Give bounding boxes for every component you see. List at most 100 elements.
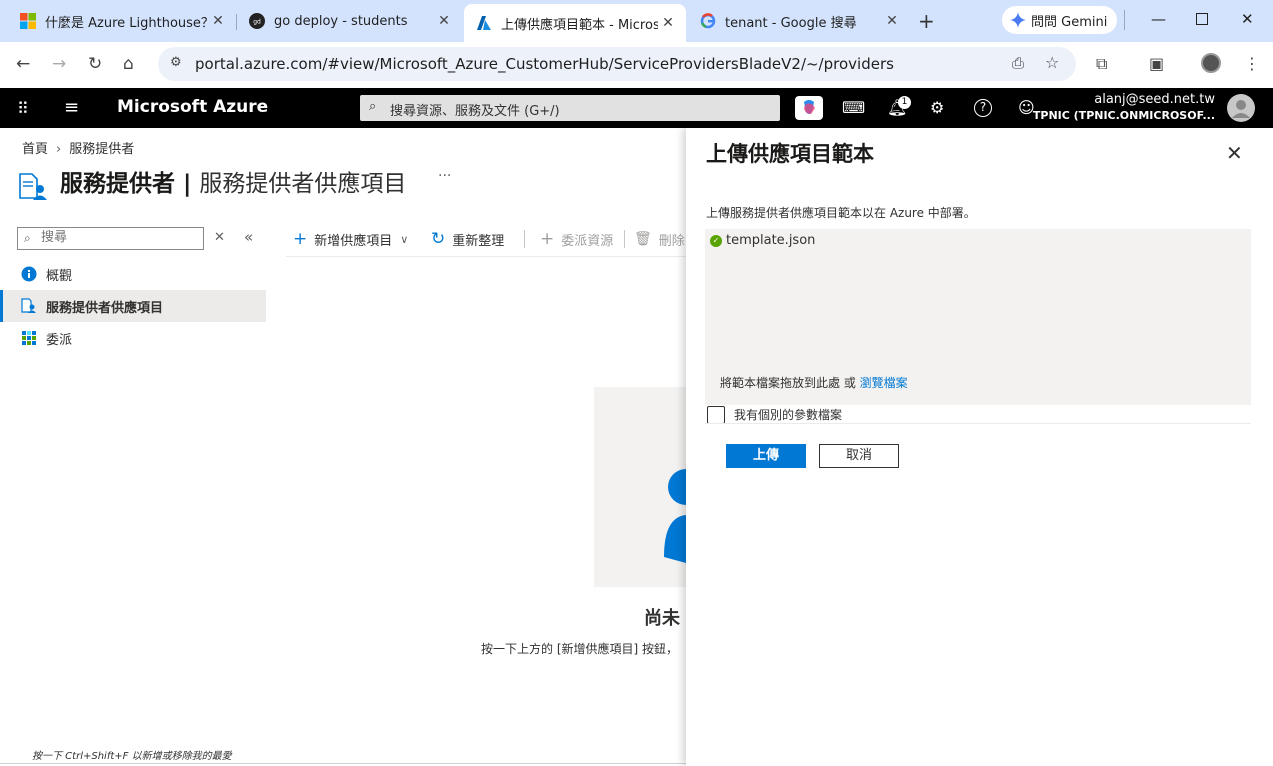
tab-title: go deploy - students: [274, 13, 408, 29]
install-app-icon[interactable]: ⎙: [1012, 54, 1024, 72]
reload-icon[interactable]: ↻: [88, 54, 102, 74]
search-icon: ⌕: [369, 99, 377, 114]
breadcrumb-service-providers[interactable]: 服務提供者: [69, 142, 134, 157]
portal-menu-icon[interactable]: ≡: [64, 97, 79, 118]
add-icon: +: [293, 229, 308, 249]
home-icon[interactable]: ⌂: [123, 54, 134, 74]
page-title-separator: |: [175, 171, 200, 197]
menu-item-delegations[interactable]: 委派: [0, 322, 266, 354]
global-search-input[interactable]: ⌕ 搜尋資源、服務及文件 (G+/): [360, 95, 780, 121]
gemini-button[interactable]: 問問 Gemini: [1002, 6, 1118, 34]
tab-title: 什麼是 Azure Lighthouse？: [45, 15, 208, 31]
gemini-icon: [1010, 12, 1026, 28]
status-divider: [0, 763, 686, 764]
minimize-icon[interactable]: —: [1151, 10, 1166, 28]
account-email[interactable]: alanj@seed.net.tw: [1094, 92, 1215, 107]
window-close-icon[interactable]: ✕: [1241, 10, 1254, 28]
browser-tab-google[interactable]: tenant - Google 搜尋 ✕: [688, 6, 910, 36]
favorites-hint: 按一下 Ctrl+Shift+F 以新增或移除我的最愛: [32, 751, 232, 762]
upload-template-blade: 上傳供應項目範本 ✕ 上傳服務提供者供應項目範本以在 Azure 中部署。 ✓ …: [686, 128, 1273, 766]
azure-brand[interactable]: Microsoft Azure: [117, 97, 268, 117]
maximize-icon[interactable]: [1196, 13, 1208, 25]
avatar[interactable]: [1227, 94, 1255, 122]
close-icon[interactable]: ✕: [658, 15, 678, 31]
browser-tab-azure[interactable]: 上傳供應項目範本 - Microso ✕: [464, 4, 686, 42]
svg-text:gd: gd: [253, 19, 261, 26]
close-icon[interactable]: ✕: [1226, 141, 1243, 165]
close-icon[interactable]: ✕: [882, 13, 902, 29]
address-bar[interactable]: ⚙ portal.azure.com/#view/Microsoft_Azure…: [158, 47, 1076, 81]
close-icon[interactable]: ✕: [208, 13, 228, 29]
menu-search-input[interactable]: [41, 230, 191, 245]
info-icon: [21, 266, 37, 282]
separate-parameter-file-checkbox[interactable]: [707, 406, 725, 424]
browser-tab-strip: 什麼是 Azure Lighthouse？ ✕ gd go deploy - s…: [0, 0, 1273, 42]
url-text: portal.azure.com/#view/Microsoft_Azure_C…: [195, 55, 894, 73]
browse-files-link[interactable]: 瀏覽檔案: [860, 376, 908, 390]
empty-state-illustration: [594, 387, 686, 587]
profile-icon[interactable]: [1201, 53, 1221, 73]
page-title-sub: 服務提供者供應項目: [199, 171, 407, 197]
empty-state-description: 按一下上方的 [新增供應項目] 按鈕，: [481, 642, 678, 656]
page-title: 服務提供者 | 服務提供者供應項目: [60, 164, 406, 198]
delegation-icon: [22, 331, 36, 345]
browser-toolbar: ← → ↻ ⌂ ⚙ portal.azure.com/#view/Microso…: [0, 42, 1273, 88]
command-bar-divider: [286, 256, 686, 257]
app-launcher-icon[interactable]: ⠿: [17, 99, 29, 118]
menu-item-label: 概觀: [46, 268, 73, 284]
add-offer-label: 新增供應項目: [314, 233, 393, 249]
gemini-label: 問問 Gemini: [1031, 14, 1108, 30]
trash-icon: 🗑︎: [634, 231, 652, 247]
browser-tab-lighthouse[interactable]: 什麼是 Azure Lighthouse？ ✕: [8, 6, 236, 36]
add-offer-button[interactable]: + 新增供應項目 ∨: [293, 228, 408, 250]
new-tab-icon[interactable]: +: [918, 9, 935, 33]
success-check-icon: ✓: [710, 235, 722, 247]
tab-search-icon[interactable]: ▣: [1149, 54, 1164, 73]
browser-menu-icon[interactable]: ⋮: [1244, 54, 1260, 73]
menu-item-service-provider-offers[interactable]: 服務提供者供應項目: [0, 290, 266, 322]
clear-icon[interactable]: ✕: [214, 230, 225, 245]
cancel-button[interactable]: 取消: [819, 444, 899, 468]
close-icon[interactable]: ✕: [434, 13, 454, 29]
divider: [705, 423, 1251, 424]
service-provider-icon: [21, 298, 36, 313]
go-deploy-icon: gd: [249, 13, 265, 29]
more-options-icon[interactable]: ···: [438, 168, 451, 184]
add-icon: +: [540, 229, 555, 249]
refresh-button[interactable]: ↻ 重新整理: [431, 228, 504, 250]
cloud-shell-icon[interactable]: ⌨: [842, 98, 865, 117]
help-icon[interactable]: ?: [974, 99, 992, 117]
service-provider-page-icon: [19, 173, 47, 200]
menu-item-overview[interactable]: 概觀: [0, 258, 266, 290]
delete-button[interactable]: 🗑︎ 刪除: [634, 228, 685, 250]
azure-icon: [477, 16, 491, 30]
site-info-icon[interactable]: ⚙: [170, 55, 182, 70]
tab-title: 上傳供應項目範本 - Microso: [501, 17, 658, 33]
extensions-icon[interactable]: ⧉: [1096, 54, 1107, 74]
delegate-resources-button[interactable]: + 委派資源: [540, 228, 613, 250]
breadcrumb-home[interactable]: 首頁: [22, 142, 48, 157]
search-icon: ⌕: [24, 231, 31, 245]
copilot-icon[interactable]: [795, 96, 823, 120]
upload-button[interactable]: 上傳: [726, 444, 806, 468]
breadcrumb: 首頁 › 服務提供者: [22, 138, 134, 157]
collapse-menu-icon[interactable]: «: [244, 228, 253, 246]
refresh-icon: ↻: [431, 229, 446, 249]
microsoft-icon: [20, 13, 36, 29]
back-icon[interactable]: ←: [16, 54, 30, 74]
account-tenant[interactable]: TPNIC (TPNIC.ONMICROSOF...: [1033, 109, 1215, 122]
azure-top-bar: ⠿ ≡ Microsoft Azure ⌕ 搜尋資源、服務及文件 (G+/) ⌨…: [0, 88, 1273, 128]
chevron-right-icon: ›: [56, 142, 62, 157]
menu-search-box[interactable]: ⌕: [17, 227, 204, 250]
settings-gear-icon[interactable]: ⚙: [930, 98, 944, 117]
delegate-resources-label: 委派資源: [561, 233, 614, 249]
page-title-main: 服務提供者: [60, 171, 175, 197]
file-drop-zone[interactable]: ✓ template.json 將範本檔案拖放到此處 或 瀏覽檔案: [705, 229, 1251, 405]
blade-title: 上傳供應項目範本: [706, 142, 874, 166]
bookmark-star-icon[interactable]: ☆: [1045, 53, 1059, 72]
browser-tab-go-deploy[interactable]: gd go deploy - students ✕: [237, 6, 462, 36]
delete-label: 刪除: [658, 233, 685, 249]
menu-item-label: 服務提供者供應項目: [46, 300, 164, 316]
drop-hint: 將範本檔案拖放到此處 或 瀏覽檔案: [720, 374, 908, 391]
forward-icon[interactable]: →: [52, 54, 66, 74]
